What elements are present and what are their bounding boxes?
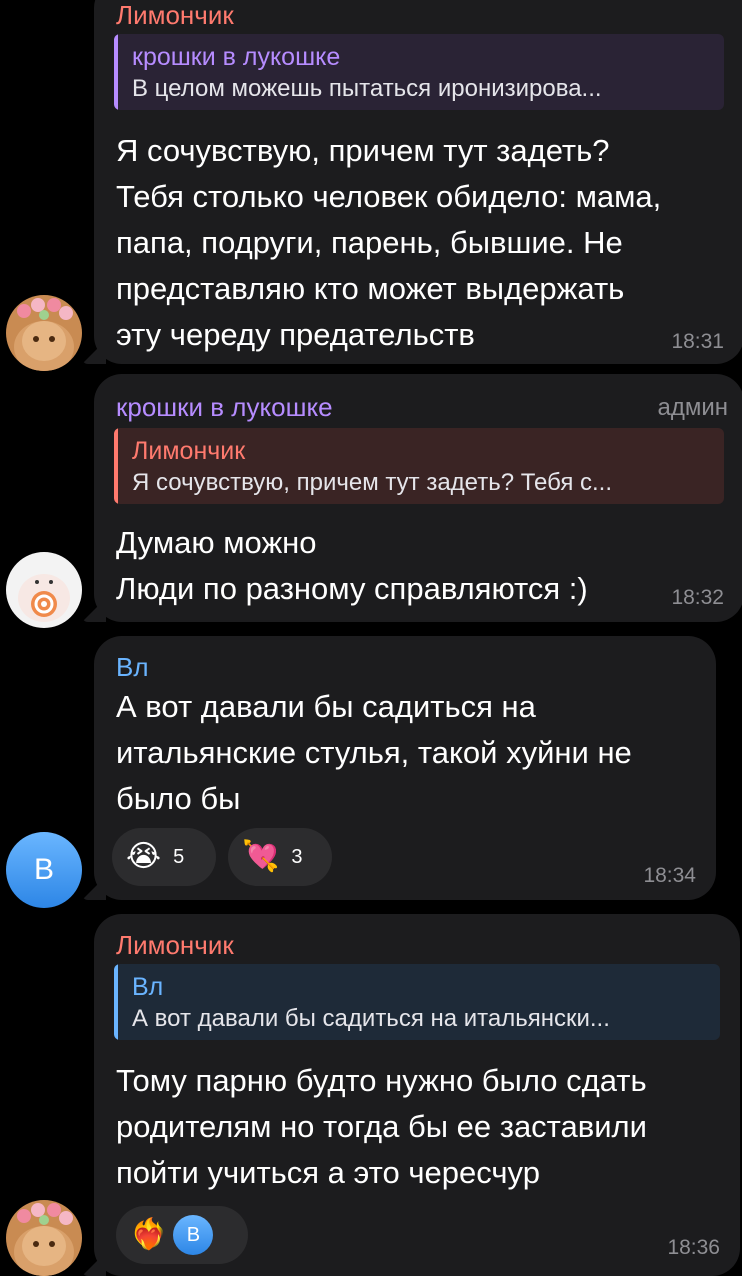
- message-text: Думаю можно Люди по разному справляются …: [116, 520, 588, 612]
- reaction-crying[interactable]: 😭 5: [112, 828, 216, 886]
- crying-face-icon: 😭: [126, 840, 162, 873]
- message-line: А вот давали бы садиться на: [116, 689, 536, 724]
- avatar-initial: В: [33, 853, 54, 886]
- reply-quote[interactable]: Вл А вот давали бы садиться на итальянск…: [114, 964, 720, 1040]
- reaction-count: 5: [173, 845, 185, 868]
- reply-text: В целом можешь пытаться иронизирова...: [132, 75, 602, 102]
- message-line: Люди по разному справляются :): [116, 571, 588, 606]
- heart-on-fire-icon: ❤️‍🔥: [130, 1218, 168, 1251]
- avatar[interactable]: В: [6, 832, 82, 908]
- avatar[interactable]: [6, 295, 82, 371]
- message-bubble[interactable]: крошки в лукошке админ Лимончик Я сочувс…: [94, 374, 742, 622]
- message-text: Тому парню будто нужно было сдать родите…: [116, 1058, 647, 1196]
- sender-name[interactable]: Лимончик: [116, 0, 234, 31]
- avatar[interactable]: [6, 552, 82, 628]
- reply-author: Лимончик: [132, 437, 246, 465]
- message-time: 18:32: [671, 586, 724, 609]
- message-time: 18:34: [643, 864, 696, 887]
- message-line: итальянские стулья, такой хуйни не: [116, 735, 632, 770]
- message-line: Думаю можно: [116, 525, 317, 560]
- message-text: А вот давали бы садиться на итальянские …: [116, 684, 632, 822]
- reaction-count: 3: [291, 845, 303, 868]
- reply-text: А вот давали бы садиться на итальянски..…: [132, 1005, 610, 1032]
- message-line: Тому парню будто нужно было сдать: [116, 1063, 647, 1098]
- message-line: было бы: [116, 781, 241, 816]
- sender-name[interactable]: Вл: [116, 652, 149, 683]
- reactor-avatar: В: [173, 1215, 214, 1255]
- message-line: Я сочувствую, причем тут задеть?: [116, 133, 610, 168]
- message-bubble[interactable]: Лимончик крошки в лукошке В целом можешь…: [94, 0, 742, 364]
- reply-text: Я сочувствую, причем тут задеть? Тебя с.…: [132, 469, 613, 496]
- message-line: пойти учиться а это чересчур: [116, 1155, 540, 1190]
- reaction-heart-fire[interactable]: ❤️‍🔥 В: [116, 1206, 248, 1264]
- heart-arrow-icon: 💘: [242, 840, 280, 873]
- reply-quote[interactable]: крошки в лукошке В целом можешь пытаться…: [114, 34, 724, 110]
- admin-badge: админ: [657, 394, 728, 421]
- message-line: представляю кто может выдержать: [116, 271, 625, 306]
- sender-name[interactable]: крошки в лукошке: [116, 392, 333, 423]
- reaction-heart-arrow[interactable]: 💘 3: [228, 828, 332, 886]
- message-line: родителям но тогда бы ее заставили: [116, 1109, 647, 1144]
- message-bubble[interactable]: Лимончик Вл А вот давали бы садиться на …: [94, 914, 740, 1276]
- reply-author: крошки в лукошке: [132, 43, 341, 71]
- message-time: 18:31: [671, 330, 724, 353]
- message-time: 18:36: [667, 1236, 720, 1259]
- reply-quote[interactable]: Лимончик Я сочувствую, причем тут задеть…: [114, 428, 724, 504]
- message-line: папа, подруги, парень, бывшие. Не: [116, 225, 623, 260]
- message-bubble[interactable]: Вл А вот давали бы садиться на итальянск…: [94, 636, 716, 900]
- message-line: Тебя столько человек обидело: мама,: [116, 179, 662, 214]
- sender-name[interactable]: Лимончик: [116, 930, 234, 961]
- message-text: Я сочувствую, причем тут задеть? Тебя ст…: [116, 128, 661, 358]
- avatar[interactable]: [6, 1200, 82, 1276]
- reply-author: Вл: [132, 973, 164, 1001]
- message-line: эту череду предательств: [116, 317, 475, 352]
